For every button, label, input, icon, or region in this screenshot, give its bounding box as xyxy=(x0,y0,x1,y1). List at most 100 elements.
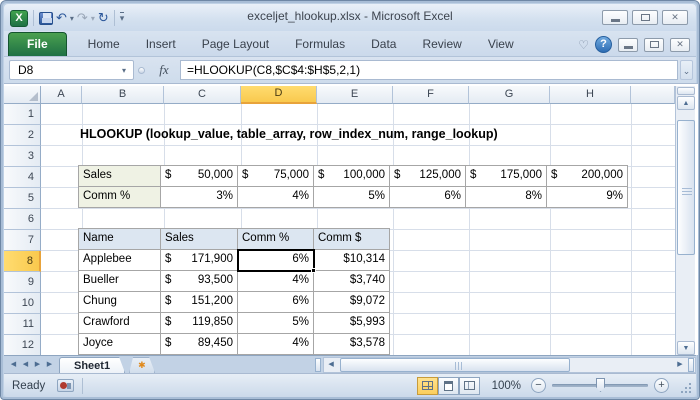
zoom-in-button[interactable]: + xyxy=(654,378,669,393)
cell-c11[interactable]: $119,850 xyxy=(160,312,238,334)
column-header-e[interactable]: E xyxy=(317,86,393,104)
cell-c8[interactable]: $171,900 xyxy=(160,249,238,271)
tab-page-layout[interactable]: Page Layout xyxy=(189,33,282,56)
cell-c9[interactable]: $93,500 xyxy=(160,270,238,292)
row-header-12[interactable]: 12 xyxy=(4,335,41,356)
fill-handle[interactable] xyxy=(311,268,316,273)
horizontal-split-handle[interactable] xyxy=(688,358,694,372)
cell-d5[interactable]: 4% xyxy=(237,186,314,208)
cell-f5[interactable]: 6% xyxy=(389,186,466,208)
column-header-g[interactable]: G xyxy=(469,86,550,104)
cell-h4[interactable]: $200,000 xyxy=(546,165,628,187)
cell-b5[interactable]: Comm % xyxy=(78,186,161,208)
workbook-close-button[interactable]: ✕ xyxy=(670,37,690,52)
header-comm-pct[interactable]: Comm % xyxy=(237,228,314,250)
horizontal-scroll-thumb[interactable] xyxy=(340,358,571,372)
cell-e5[interactable]: 5% xyxy=(313,186,390,208)
tab-file[interactable]: File xyxy=(8,32,67,56)
row-header-2[interactable]: 2 xyxy=(4,125,41,146)
vertical-scroll-thumb[interactable] xyxy=(677,120,695,255)
cell-e12[interactable]: $3,578 xyxy=(313,333,390,355)
resize-grip[interactable] xyxy=(679,381,692,394)
cell-b8[interactable]: Applebee xyxy=(78,249,161,271)
column-header-b[interactable]: B xyxy=(82,86,164,104)
cell-g4[interactable]: $175,000 xyxy=(465,165,547,187)
active-cell-selection[interactable] xyxy=(237,249,316,273)
workbook-restore-button[interactable] xyxy=(644,37,664,52)
insert-function-button[interactable]: fx xyxy=(150,60,178,80)
cell-d12[interactable]: 4% xyxy=(237,333,314,355)
cell-c10[interactable]: $151,200 xyxy=(160,291,238,313)
tab-review[interactable]: Review xyxy=(409,33,474,56)
sheet-tab-sheet1[interactable]: Sheet1 xyxy=(59,357,125,373)
cell-b4[interactable]: Sales xyxy=(78,165,161,187)
tab-insert[interactable]: Insert xyxy=(133,33,189,56)
close-button[interactable]: ✕ xyxy=(662,10,688,25)
zoom-out-button[interactable]: − xyxy=(531,378,546,393)
page-layout-view-button[interactable] xyxy=(437,376,459,395)
row-header-1[interactable]: 1 xyxy=(4,104,41,125)
column-header-h[interactable]: H xyxy=(550,86,631,104)
row-header-8-active[interactable]: 8 xyxy=(4,251,41,272)
minimize-button[interactable] xyxy=(602,10,628,25)
formula-input[interactable]: =HLOOKUP(C8,$C$4:$H$5,2,1) xyxy=(180,60,678,80)
cell-g5[interactable]: 8% xyxy=(465,186,547,208)
expand-formula-bar-icon[interactable]: ⌄ xyxy=(680,60,693,80)
zoom-slider-thumb[interactable] xyxy=(596,378,605,392)
cell-b10[interactable]: Chung xyxy=(78,291,161,313)
row-header-5[interactable]: 5 xyxy=(4,188,41,209)
scroll-right-icon[interactable]: ▶ xyxy=(673,358,687,372)
header-sales[interactable]: Sales xyxy=(160,228,238,250)
last-sheet-icon[interactable]: ▶ xyxy=(44,358,55,371)
minimize-ribbon-icon[interactable]: ♡ xyxy=(578,38,589,52)
help-icon[interactable]: ? xyxy=(595,36,612,53)
zoom-level-label[interactable]: 100% xyxy=(492,380,521,392)
tab-data[interactable]: Data xyxy=(358,33,409,56)
vertical-scrollbar[interactable]: ▲ ▼ xyxy=(675,86,695,356)
next-sheet-icon[interactable]: ▶ xyxy=(32,358,43,371)
cell-c12[interactable]: $89,450 xyxy=(160,333,238,355)
cell-e4[interactable]: $100,000 xyxy=(313,165,390,187)
insert-worksheet-button[interactable]: ✱ xyxy=(129,357,155,373)
cell-d9[interactable]: 4% xyxy=(237,270,314,292)
header-name[interactable]: Name xyxy=(78,228,161,250)
column-header-partial[interactable] xyxy=(631,86,675,104)
page-break-view-button[interactable] xyxy=(458,376,480,395)
tab-view[interactable]: View xyxy=(475,33,527,56)
formula-bar-handle[interactable] xyxy=(138,67,145,74)
row-header-7[interactable]: 7 xyxy=(4,230,41,251)
tab-formulas[interactable]: Formulas xyxy=(282,33,358,56)
first-sheet-icon[interactable]: ◀ xyxy=(8,358,19,371)
maximize-button[interactable] xyxy=(632,10,658,25)
cell-e11[interactable]: $5,993 xyxy=(313,312,390,334)
select-all-corner[interactable] xyxy=(4,86,41,104)
cell-e10[interactable]: $9,072 xyxy=(313,291,390,313)
workbook-minimize-button[interactable] xyxy=(618,37,638,52)
cell-b9[interactable]: Bueller xyxy=(78,270,161,292)
tab-home[interactable]: Home xyxy=(75,33,133,56)
row-header-9[interactable]: 9 xyxy=(4,272,41,293)
cell-b12[interactable]: Joyce xyxy=(78,333,161,355)
cell-e9[interactable]: $3,740 xyxy=(313,270,390,292)
tab-scrollbar-split-handle[interactable] xyxy=(315,358,322,372)
column-header-f[interactable]: F xyxy=(393,86,469,104)
vertical-split-handle[interactable] xyxy=(677,87,695,95)
scroll-down-icon[interactable]: ▼ xyxy=(677,341,695,355)
cell-c4[interactable]: $50,000 xyxy=(160,165,238,187)
column-header-a[interactable]: A xyxy=(41,86,82,104)
row-header-11[interactable]: 11 xyxy=(4,314,41,335)
macro-record-icon[interactable] xyxy=(57,379,75,392)
cell-h5[interactable]: 9% xyxy=(546,186,628,208)
row-header-10[interactable]: 10 xyxy=(4,293,41,314)
row-header-6[interactable]: 6 xyxy=(4,209,41,230)
cell-e8[interactable]: $10,314 xyxy=(313,249,390,271)
cell-c5[interactable]: 3% xyxy=(160,186,238,208)
column-header-d-active[interactable]: D xyxy=(241,86,317,104)
cell-d4[interactable]: $75,000 xyxy=(237,165,314,187)
zoom-slider[interactable] xyxy=(552,378,648,392)
row-header-3[interactable]: 3 xyxy=(4,146,41,167)
previous-sheet-icon[interactable]: ◀ xyxy=(20,358,31,371)
scroll-up-icon[interactable]: ▲ xyxy=(677,96,695,110)
cell-d11[interactable]: 5% xyxy=(237,312,314,334)
row-header-4[interactable]: 4 xyxy=(4,167,41,188)
